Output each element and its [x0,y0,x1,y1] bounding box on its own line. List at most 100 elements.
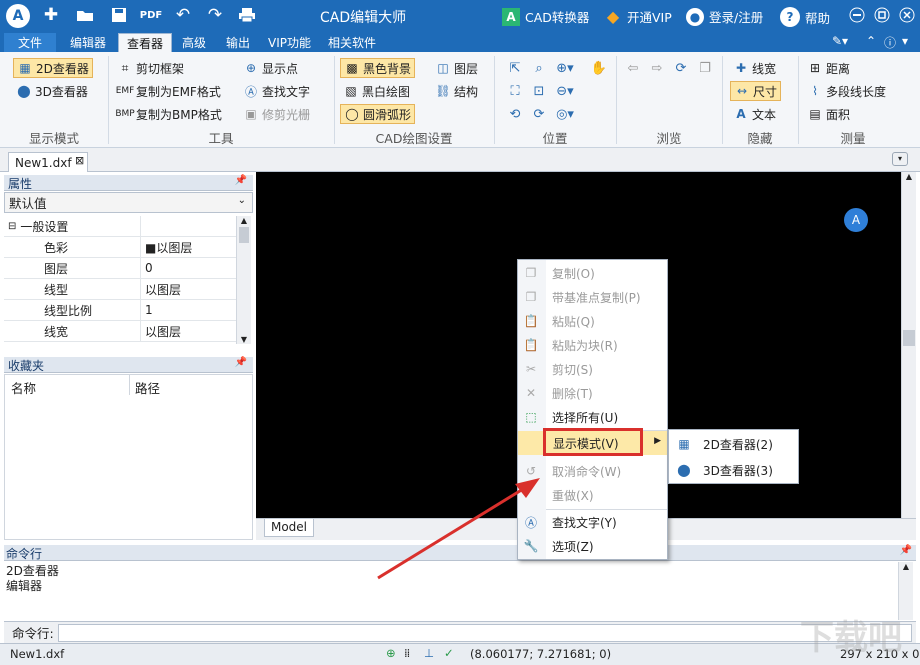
menu-item-copy[interactable]: ❐ 复制(O) [518,261,667,285]
vip-link[interactable]: ◆ 开通VIP [604,7,672,26]
collapse-icon[interactable]: ⊟ [8,221,16,232]
properties-scrollbar[interactable]: ▲ ▼ [236,216,251,344]
login-link[interactable]: ● 登录/注册 [686,7,763,26]
property-value[interactable]: 0 [141,258,236,278]
canvas-vertical-scrollbar[interactable]: ▲ [901,172,916,518]
undo-icon[interactable]: ↶ [172,4,194,26]
help-link[interactable]: ? 帮助 [780,7,830,27]
translate-icon[interactable]: A [844,208,868,232]
text-button[interactable]: A 文本 [730,104,779,124]
smooth-arc-button[interactable]: ◯ 圆滑弧形 [340,104,416,124]
property-row[interactable]: 线型比例 1 [4,300,236,321]
submenu-item-2d[interactable]: ▦ 2D查看器(2) [669,432,798,456]
pdf-icon[interactable]: PDF [140,4,162,26]
save-icon[interactable] [108,4,130,26]
menu-item-copy-base[interactable]: ❐ 带基准点复制(P) [518,285,667,309]
tab-file[interactable]: 文件 [4,33,56,52]
show-points-button[interactable]: ⊕ 显示点 [240,58,301,78]
orbit-icon[interactable]: ⟳ [530,105,548,123]
tab-vip[interactable]: VIP功能 [260,33,319,52]
maximize-icon[interactable] [871,4,893,26]
ortho-icon[interactable]: ⊥ [424,646,434,660]
back-arrow-icon[interactable]: ⇦ [624,59,642,77]
minimize-icon[interactable] [846,4,868,26]
ribbon-menu-icon[interactable]: ▾ [902,34,908,48]
converter-link[interactable]: A CAD转换器 [502,7,589,26]
scroll-up-icon[interactable]: ▲ [237,216,251,225]
viewer-2d-button[interactable]: ▦ 2D查看器 [13,58,93,78]
zoom-prev-icon[interactable]: ◎▾ [556,105,574,123]
command-input[interactable] [57,623,912,642]
scroll-down-icon[interactable]: ▼ [237,335,251,344]
redo-icon[interactable]: ↷ [204,4,226,26]
scroll-thumb[interactable] [239,227,249,243]
favorites-col-name[interactable]: 名称 [11,378,36,397]
black-background-button[interactable]: ▩ 黑色背景 [340,58,416,78]
model-tab[interactable]: Model [264,519,314,537]
property-value[interactable]: 以图层 [141,279,236,299]
zoom-out-icon[interactable]: ⊖▾ [556,82,574,100]
polar-icon[interactable]: ✓ [444,646,454,660]
favorites-col-path[interactable]: 路径 [135,378,160,397]
property-row[interactable]: 线宽 以图层 [4,321,236,342]
forward-arrow-icon[interactable]: ⇨ [648,59,666,77]
rotate-icon[interactable]: ⟲ [506,105,524,123]
zoom-window-icon[interactable]: ⌕ [530,59,548,77]
property-value[interactable]: 以图层 [141,321,236,341]
zoom-in-icon[interactable]: ⊕▾ [556,59,574,77]
grid-icon[interactable]: ⁞⁞ [404,646,410,660]
area-button[interactable]: ▤ 面积 [804,104,853,124]
clip-frame-button[interactable]: ⌗ 剪切框架 [114,58,187,78]
property-group-row[interactable]: ⊟ 一般设置 [4,216,236,237]
scroll-up-icon[interactable]: ▲ [899,562,913,571]
doc-tab[interactable]: New1.dxf ⊠ [8,152,88,172]
property-row[interactable]: 线型 以图层 [4,279,236,300]
tab-related-software[interactable]: 相关软件 [320,33,384,52]
tab-advanced[interactable]: 高级 [174,33,214,52]
menu-item-delete[interactable]: ✕ 删除(T) [518,381,667,405]
fit-icon[interactable]: ⛶ [506,82,524,100]
refresh-view-icon[interactable]: ⟳ [672,59,690,77]
style-dropdown-icon[interactable]: ✎▾ [832,34,848,48]
tab-output[interactable]: 输出 [218,33,258,52]
distance-button[interactable]: ⊞ 距离 [804,58,853,78]
submenu-item-3d[interactable]: ⬤ 3D查看器(3) [669,458,798,482]
property-row[interactable]: 色彩 ■以图层 [4,237,236,258]
zoom-extents-icon[interactable]: ⊡ [530,82,548,100]
line-width-button[interactable]: ✚ 线宽 [730,58,779,78]
new-file-icon[interactable]: ✚ [40,4,62,26]
structure-button[interactable]: ⛓ 结构 [432,81,481,101]
menu-item-cut[interactable]: ✂ 剪切(S) [518,357,667,381]
tab-viewer[interactable]: 查看器 [118,33,173,52]
viewer-3d-button[interactable]: ⬤ 3D查看器 [13,81,91,101]
doc-tab-close-icon[interactable]: ⊠ [75,154,84,167]
trim-raster-button[interactable]: ▣ 修剪光栅 [240,104,313,124]
menu-item-paste[interactable]: 📋 粘贴(Q) [518,309,667,333]
polyline-length-button[interactable]: ⌇ 多段线长度 [804,81,889,101]
snap-icon[interactable]: ⊕ [386,646,396,660]
pin-icon[interactable]: 📌 [235,357,247,368]
menu-item-paste-block[interactable]: 📋 粘贴为块(R) [518,333,667,357]
print-icon[interactable] [236,4,258,26]
pin-icon[interactable]: 📌 [900,545,912,556]
copy-bmp-button[interactable]: BMP 复制为BMP格式 [114,104,225,124]
dimension-button[interactable]: ↔ 尺寸 [730,81,782,101]
property-value[interactable]: ■以图层 [141,237,236,257]
bw-drawing-button[interactable]: ▧ 黑白绘图 [340,81,413,101]
properties-selector[interactable]: 默认值 ⌄ [4,192,253,213]
layers-button[interactable]: ◫ 图层 [432,58,481,78]
scroll-thumb[interactable] [903,330,915,346]
ribbon-help-icon[interactable]: ⓘ [884,34,896,51]
doc-menu-icon[interactable]: ▾ [892,152,908,166]
scroll-up-icon[interactable]: ▲ [902,172,916,181]
property-row[interactable]: 图层 0 [4,258,236,279]
property-value[interactable]: 1 [141,300,236,320]
pan-tl-icon[interactable]: ⇱ [506,59,524,77]
copy-emf-button[interactable]: EMF 复制为EMF格式 [114,81,224,101]
pin-icon[interactable]: 📌 [235,175,247,186]
find-text-button[interactable]: Ⓐ 查找文字 [240,81,313,101]
ribbon-collapse-icon[interactable]: ⌃ [866,34,876,48]
tab-editor[interactable]: 编辑器 [62,33,114,52]
open-folder-icon[interactable] [74,4,96,26]
browse-extra-icon[interactable]: ❐ [696,59,714,77]
